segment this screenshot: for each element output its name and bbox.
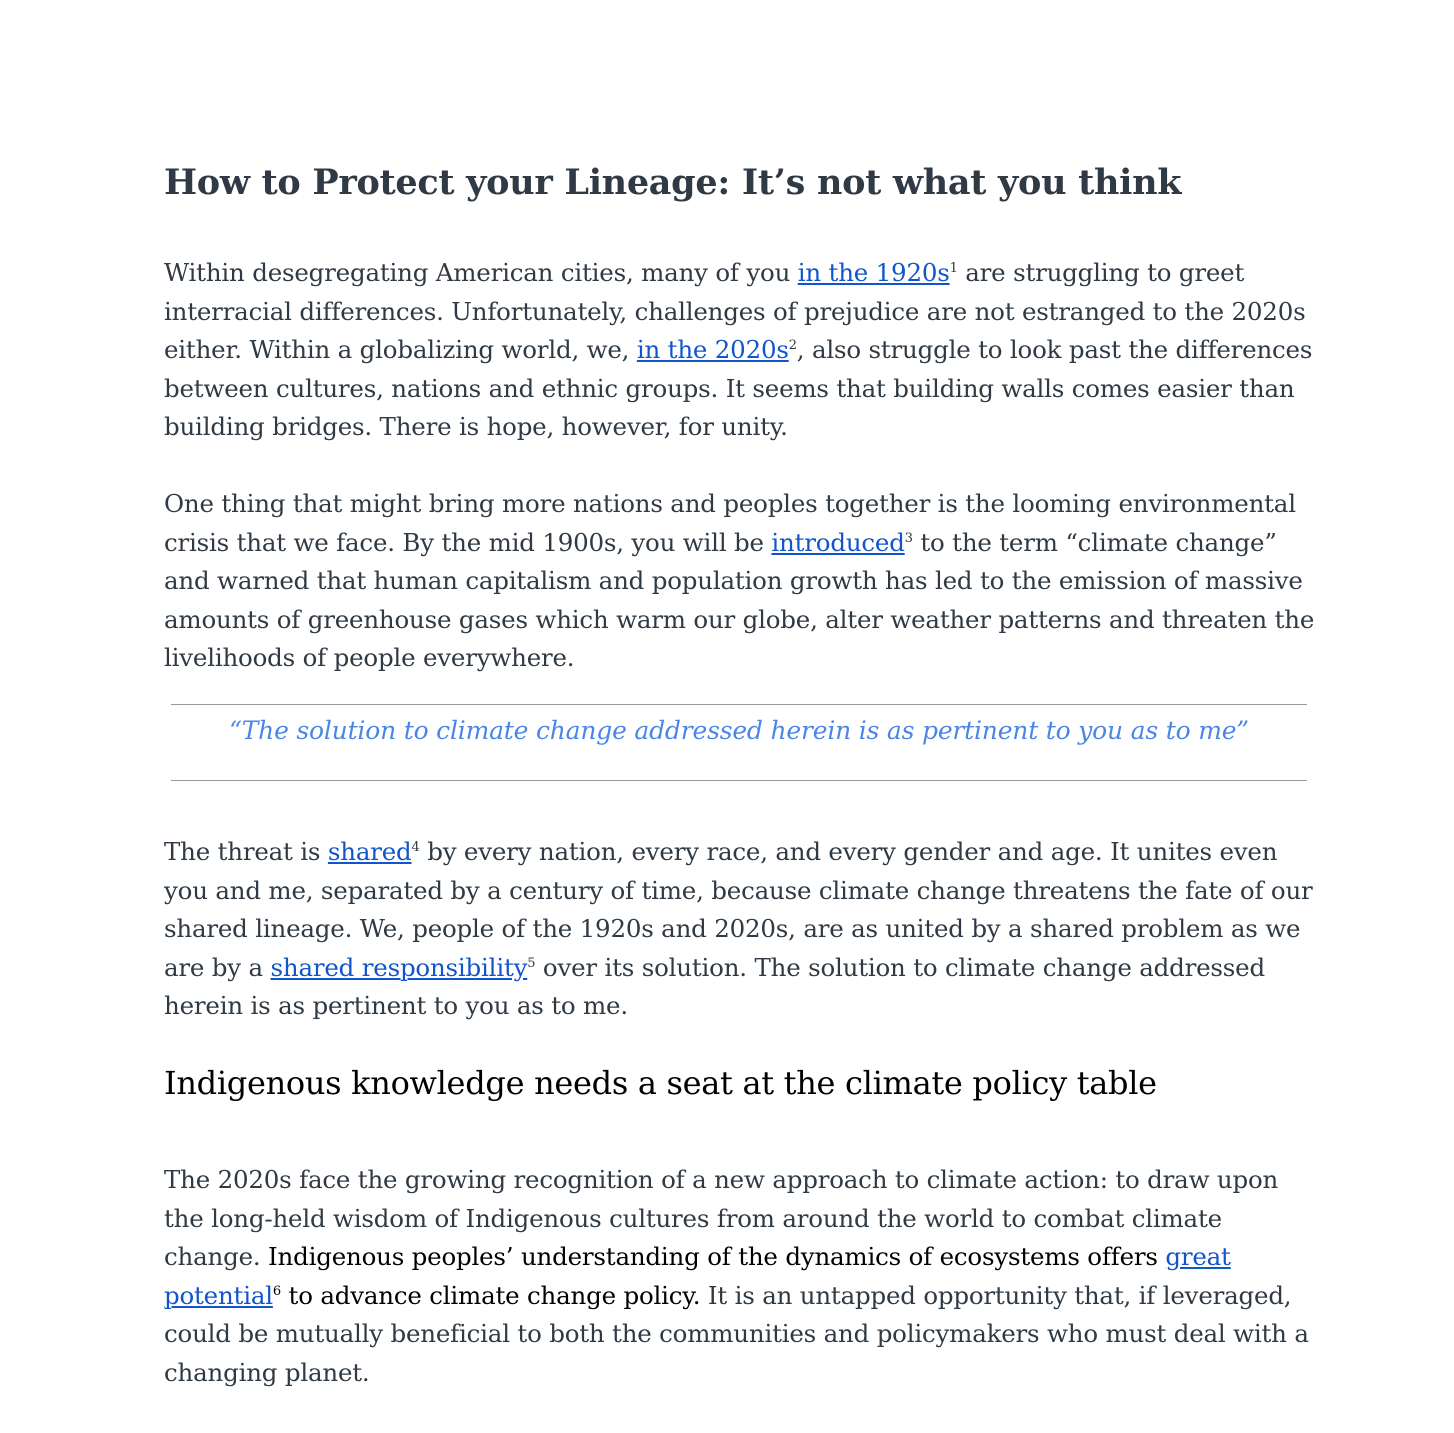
text: The threat is (164, 837, 328, 866)
divider-bottom (171, 780, 1307, 781)
footnote-4: 4 (411, 839, 420, 855)
paragraph-indigenous-knowledge: The 2020s face the growing recognition o… (164, 1161, 1324, 1393)
pull-quote: “The solution to climate change addresse… (229, 716, 1249, 745)
link-introduced[interactable]: introduced (771, 528, 904, 557)
footnote-6: 6 (272, 1283, 281, 1299)
link-in-the-2020s[interactable]: in the 2020s (637, 335, 789, 364)
paragraph-climate-crisis: One thing that might bring more nations … (164, 485, 1324, 678)
link-shared-responsibility[interactable]: shared responsibility (271, 953, 528, 982)
page-title: How to Protect your Lineage: It’s not wh… (164, 162, 1182, 203)
link-in-the-1920s[interactable]: in the 1920s (798, 258, 950, 287)
paragraph-intro: Within desegregating American cities, ma… (164, 254, 1324, 447)
footnote-1: 1 (949, 260, 958, 276)
divider-top (171, 704, 1307, 705)
text: Within desegregating American cities, ma… (164, 258, 798, 287)
footnote-2: 2 (788, 338, 797, 354)
paragraph-shared-threat: The threat is shared4 by every nation, e… (164, 833, 1324, 1026)
link-shared[interactable]: shared (328, 837, 412, 866)
text: Indigenous peoples’ understanding of the… (268, 1242, 1166, 1272)
text: to advance climate change policy. (280, 1280, 701, 1310)
section-heading: Indigenous knowledge needs a seat at the… (164, 1064, 1157, 1102)
footnote-3: 3 (904, 530, 913, 546)
